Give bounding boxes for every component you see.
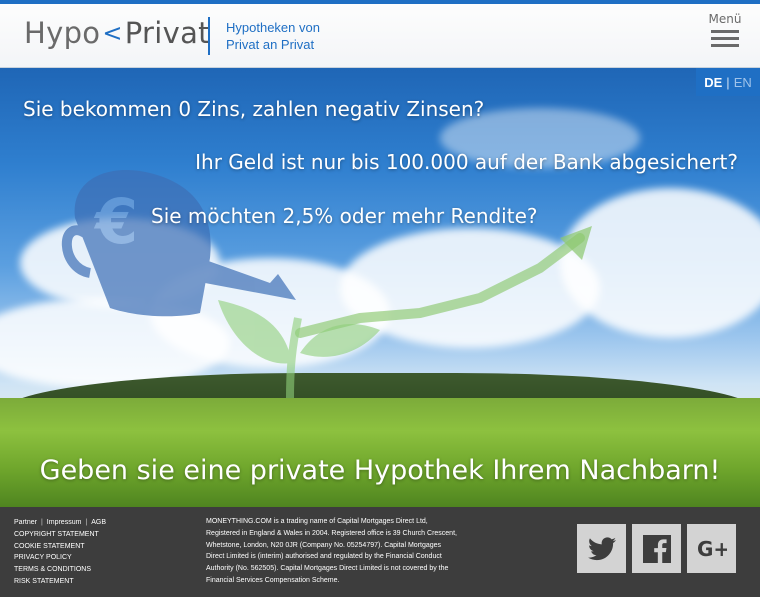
footer-link-cookie[interactable]: COOKIE STATEMENT — [14, 541, 106, 553]
logo-word-hypo: Hypo — [24, 16, 101, 50]
legal-line: Direct Limited is (interim) authorised a… — [206, 553, 442, 561]
lang-de[interactable]: DE — [704, 75, 722, 90]
footer-link-risk[interactable]: RISK STATEMENT — [14, 576, 106, 588]
hero-line-1: Sie bekommen 0 Zins, zahlen negativ Zins… — [23, 97, 485, 121]
legal-line: Authority (No. 562505). Capital Mortgage… — [206, 565, 449, 573]
footer-separator: | — [85, 519, 88, 526]
google-plus-button[interactable]: G+ — [687, 524, 736, 573]
google-plus-icon: G+ — [697, 538, 727, 560]
hamburger-icon — [708, 30, 742, 47]
footer-links: Partner | Impressum | AGB COPYRIGHT STATEMEN… — [14, 517, 106, 588]
footer-separator: | — [40, 519, 43, 526]
site-header: Hypo<Privat Hypotheken von Privat an Pri… — [0, 4, 760, 68]
site-footer: Partner | Impressum | AGB COPYRIGHT STATEMEN… — [0, 507, 760, 597]
header-divider — [208, 17, 210, 55]
legal-line: Registered in England & Wales in 2004. R… — [206, 529, 457, 537]
watering-can-icon: € — [61, 170, 296, 317]
hero-cta-headline: Geben sie eine private Hypothek Ihrem Na… — [39, 455, 721, 486]
svg-text:€: € — [93, 185, 138, 258]
facebook-button[interactable] — [632, 524, 681, 573]
hero-line-3: Sie möchten 2,5% oder mehr Rendite? — [151, 204, 538, 228]
menu-label: Menü — [708, 12, 742, 26]
legal-line: MONEYTHING.COM is a trading name of Capi… — [206, 518, 428, 525]
language-switcher: DE | EN — [696, 68, 760, 96]
twitter-icon — [587, 536, 616, 560]
twitter-button[interactable] — [577, 524, 626, 573]
hero-banner: € DE | EN Sie bekommen 0 Zins, zahlen ne… — [0, 68, 760, 507]
footer-link-terms[interactable]: TERMS & CONDITIONS — [14, 564, 106, 576]
watering-can-illustration: € — [61, 170, 592, 399]
footer-link-agb[interactable]: AGB — [91, 519, 106, 526]
tagline-line-1: Hypotheken von — [226, 20, 320, 35]
logo-chevron: < — [102, 19, 123, 47]
footer-link-copyright[interactable]: COPYRIGHT STATEMENT — [14, 529, 106, 541]
lang-en[interactable]: EN — [734, 75, 752, 90]
menu-button[interactable]: Menü — [708, 12, 742, 51]
footer-links-row: Partner | Impressum | AGB — [14, 517, 106, 529]
legal-notice: MONEYTHING.COM is a trading name of Capi… — [206, 516, 491, 587]
footer-link-impressum[interactable]: Impressum — [47, 519, 82, 526]
svg-text:G+: G+ — [697, 538, 727, 560]
tagline-line-2: Privat an Privat — [226, 37, 315, 52]
legal-line: Financial Services Compensation Scheme. — [206, 576, 340, 584]
hero-line-2: Ihr Geld ist nur bis 100.000 auf der Ban… — [195, 150, 738, 174]
facebook-icon — [642, 534, 671, 563]
tagline: Hypotheken von Privat an Privat — [226, 19, 320, 53]
lang-separator: | — [726, 74, 730, 90]
logo[interactable]: Hypo<Privat — [24, 16, 210, 50]
logo-word-privat: Privat — [124, 16, 210, 50]
footer-link-privacy[interactable]: PRIVACY POLICY — [14, 552, 106, 564]
legal-line: Whetstone, London, N20 0JR (Company No. … — [206, 541, 442, 549]
growth-arrow — [295, 233, 585, 338]
footer-link-partner[interactable]: Partner — [14, 519, 37, 526]
